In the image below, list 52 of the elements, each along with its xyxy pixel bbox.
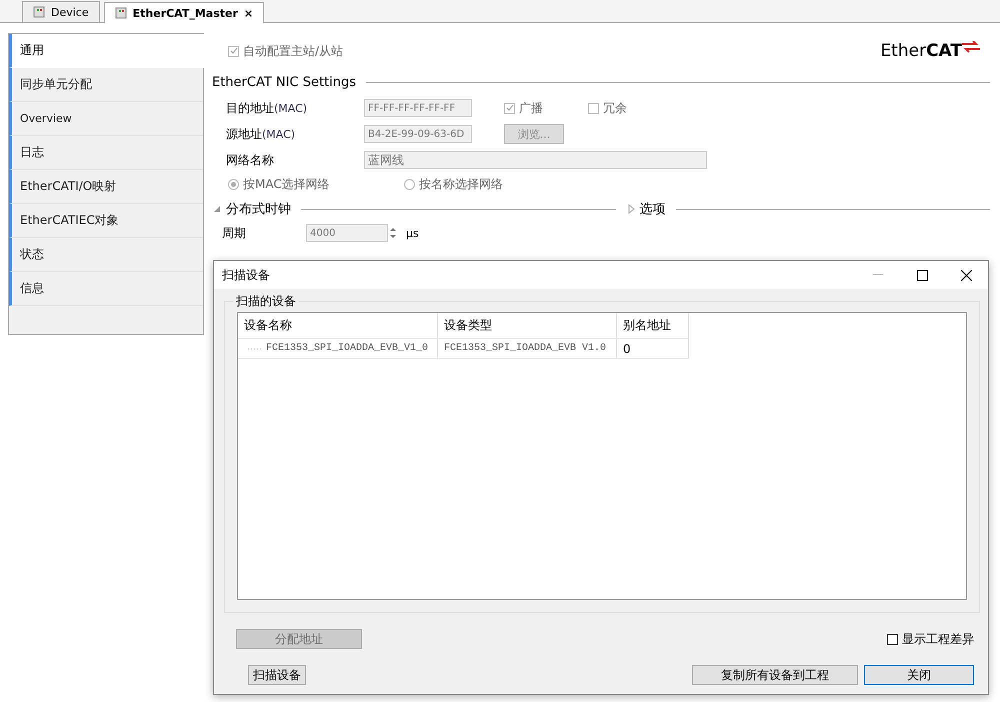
- device-icon: [114, 7, 127, 19]
- network-field[interactable]: 蓝网线: [364, 151, 707, 169]
- sidebar-item[interactable]: 状态: [9, 238, 203, 272]
- device-icon: [33, 6, 45, 18]
- checkbox-label: 显示工程差异: [902, 630, 974, 648]
- sidebar-item[interactable]: 日志: [9, 136, 203, 170]
- checkbox-label: 冗余: [603, 100, 627, 116]
- section-title: EtherCAT NIC Settings: [212, 74, 356, 90]
- close-icon[interactable]: ×: [244, 6, 254, 20]
- checkbox[interactable]: [588, 102, 599, 114]
- checkbox[interactable]: [887, 634, 898, 644]
- mac-field[interactable]: B4-2E-99-09-63-6D: [364, 125, 472, 143]
- column-header: 设备名称: [238, 313, 438, 339]
- mac-field[interactable]: FF-FF-FF-FF-FF-FF: [364, 99, 472, 117]
- field-label: 源地址(MAC): [226, 126, 296, 142]
- radio-label: 按名称选择网络: [419, 176, 503, 192]
- ethercat-logo: EtherCAT: [880, 41, 980, 61]
- tab-label: EtherCAT_Master: [132, 6, 238, 20]
- period-field[interactable]: 4000: [306, 224, 388, 242]
- section-title: 选项: [640, 201, 666, 218]
- radio-button[interactable]: [228, 178, 239, 190]
- sidebar-item[interactable]: EtherCATIEC对象: [9, 204, 203, 238]
- dialog-title: 扫描设备: [222, 266, 271, 284]
- radio-button[interactable]: [404, 178, 415, 190]
- checkbox[interactable]: [504, 102, 515, 114]
- scan-button[interactable]: 扫描设备: [248, 665, 306, 685]
- table-cell: 0: [617, 339, 689, 359]
- sidebar-item[interactable]: Overview: [9, 102, 203, 136]
- sidebar-item[interactable]: 信息: [9, 272, 203, 306]
- close-button[interactable]: 关闭: [864, 665, 974, 685]
- collapse-icon[interactable]: [212, 204, 222, 214]
- column-header: 别名地址: [617, 313, 689, 339]
- field-label: 目的地址(MAC): [226, 100, 308, 116]
- editor-tab[interactable]: EtherCAT_Master ×: [104, 2, 264, 23]
- copy-all-button[interactable]: 复制所有设备到工程: [692, 665, 858, 685]
- sidebar-item[interactable]: EtherCATI/O映射: [9, 170, 203, 204]
- table-cell: FCE1353_SPI_IOADDA_EVB V1.0: [438, 339, 617, 359]
- field-label: 周期: [222, 224, 247, 242]
- column-header: 设备类型: [438, 313, 617, 339]
- section-title: 分布式时钟: [226, 201, 291, 218]
- field-label: 网络名称: [226, 152, 275, 168]
- editor-tab[interactable]: Device: [22, 1, 100, 22]
- checkbox-label: 自动配置主站/从站: [243, 42, 344, 60]
- unit-label: µs: [406, 226, 419, 240]
- sidebar-item[interactable]: 同步单元分配: [9, 68, 203, 102]
- tab-label: Device: [51, 6, 89, 18]
- radio-label: 按MAC选择网络: [243, 176, 330, 192]
- expand-icon[interactable]: [626, 204, 636, 214]
- table-cell: FCE1353_SPI_IOADDA_EVB_V1_0: [238, 339, 438, 359]
- checkbox-label: 广播: [519, 100, 543, 116]
- group-title: 扫描的设备: [233, 293, 299, 310]
- tree-line: [248, 348, 262, 350]
